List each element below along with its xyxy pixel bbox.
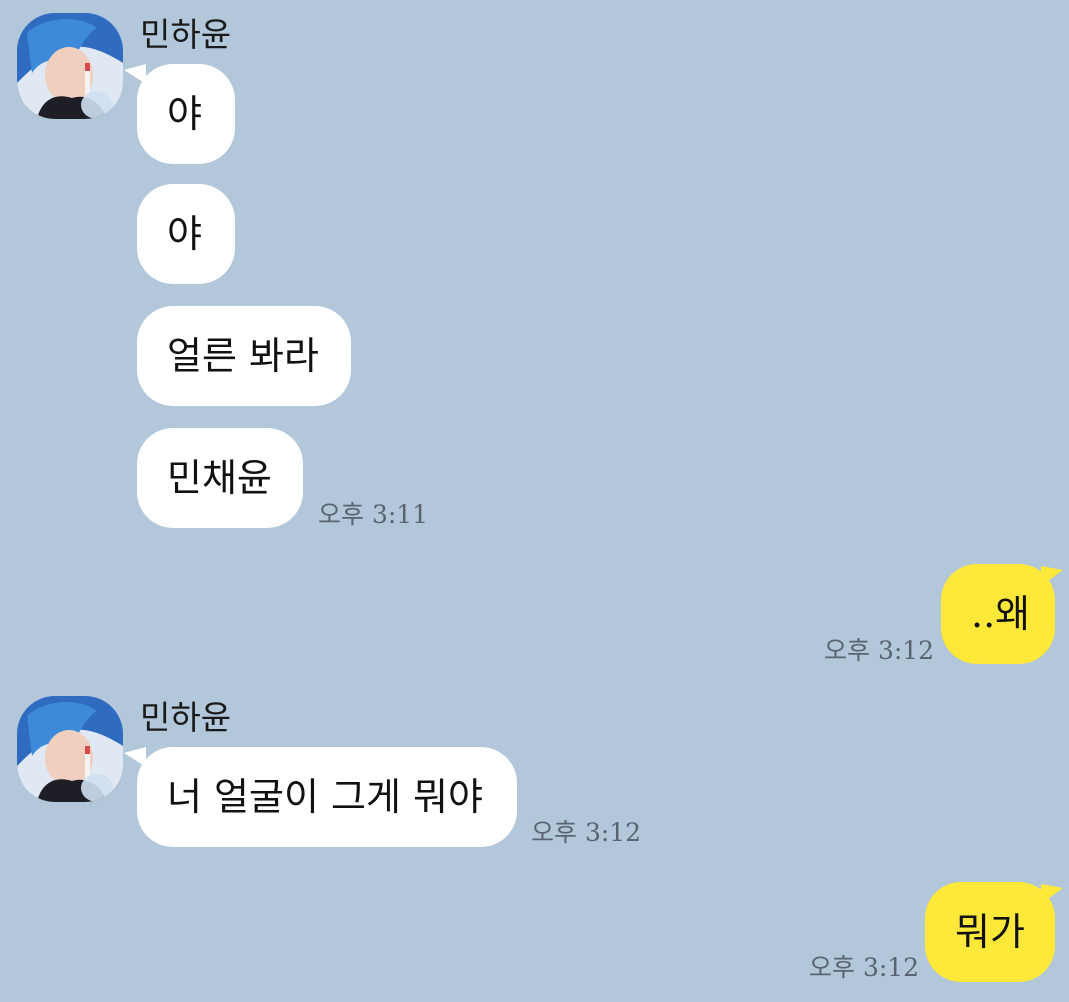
- profile-photo-icon: [17, 13, 123, 119]
- message-bubble-outgoing[interactable]: 뭐가: [925, 882, 1055, 982]
- message-bubble-incoming[interactable]: 민채윤: [137, 428, 303, 528]
- bubble-tail: [1041, 566, 1063, 586]
- message-bubble-incoming[interactable]: 얼른 봐라: [137, 306, 351, 406]
- bubble-tail: [1041, 884, 1063, 904]
- message-bubble-incoming[interactable]: 야: [137, 184, 235, 284]
- profile-photo-icon: [17, 696, 123, 802]
- message-timestamp: 오후 3:12: [531, 818, 642, 847]
- sender-name: 민하윤: [140, 15, 232, 54]
- message-bubble-outgoing[interactable]: ..왜: [941, 564, 1055, 664]
- avatar[interactable]: [17, 696, 123, 802]
- message-bubble-incoming[interactable]: 너 얼굴이 그게 뭐야: [137, 747, 517, 847]
- message-timestamp: 오후 3:12: [824, 636, 935, 665]
- message-timestamp: 오후 3:12: [809, 953, 920, 982]
- message-bubble-incoming[interactable]: 야: [137, 64, 235, 164]
- avatar[interactable]: [17, 13, 123, 119]
- sender-name: 민하윤: [140, 698, 232, 737]
- message-timestamp: 오후 3:11: [318, 500, 429, 529]
